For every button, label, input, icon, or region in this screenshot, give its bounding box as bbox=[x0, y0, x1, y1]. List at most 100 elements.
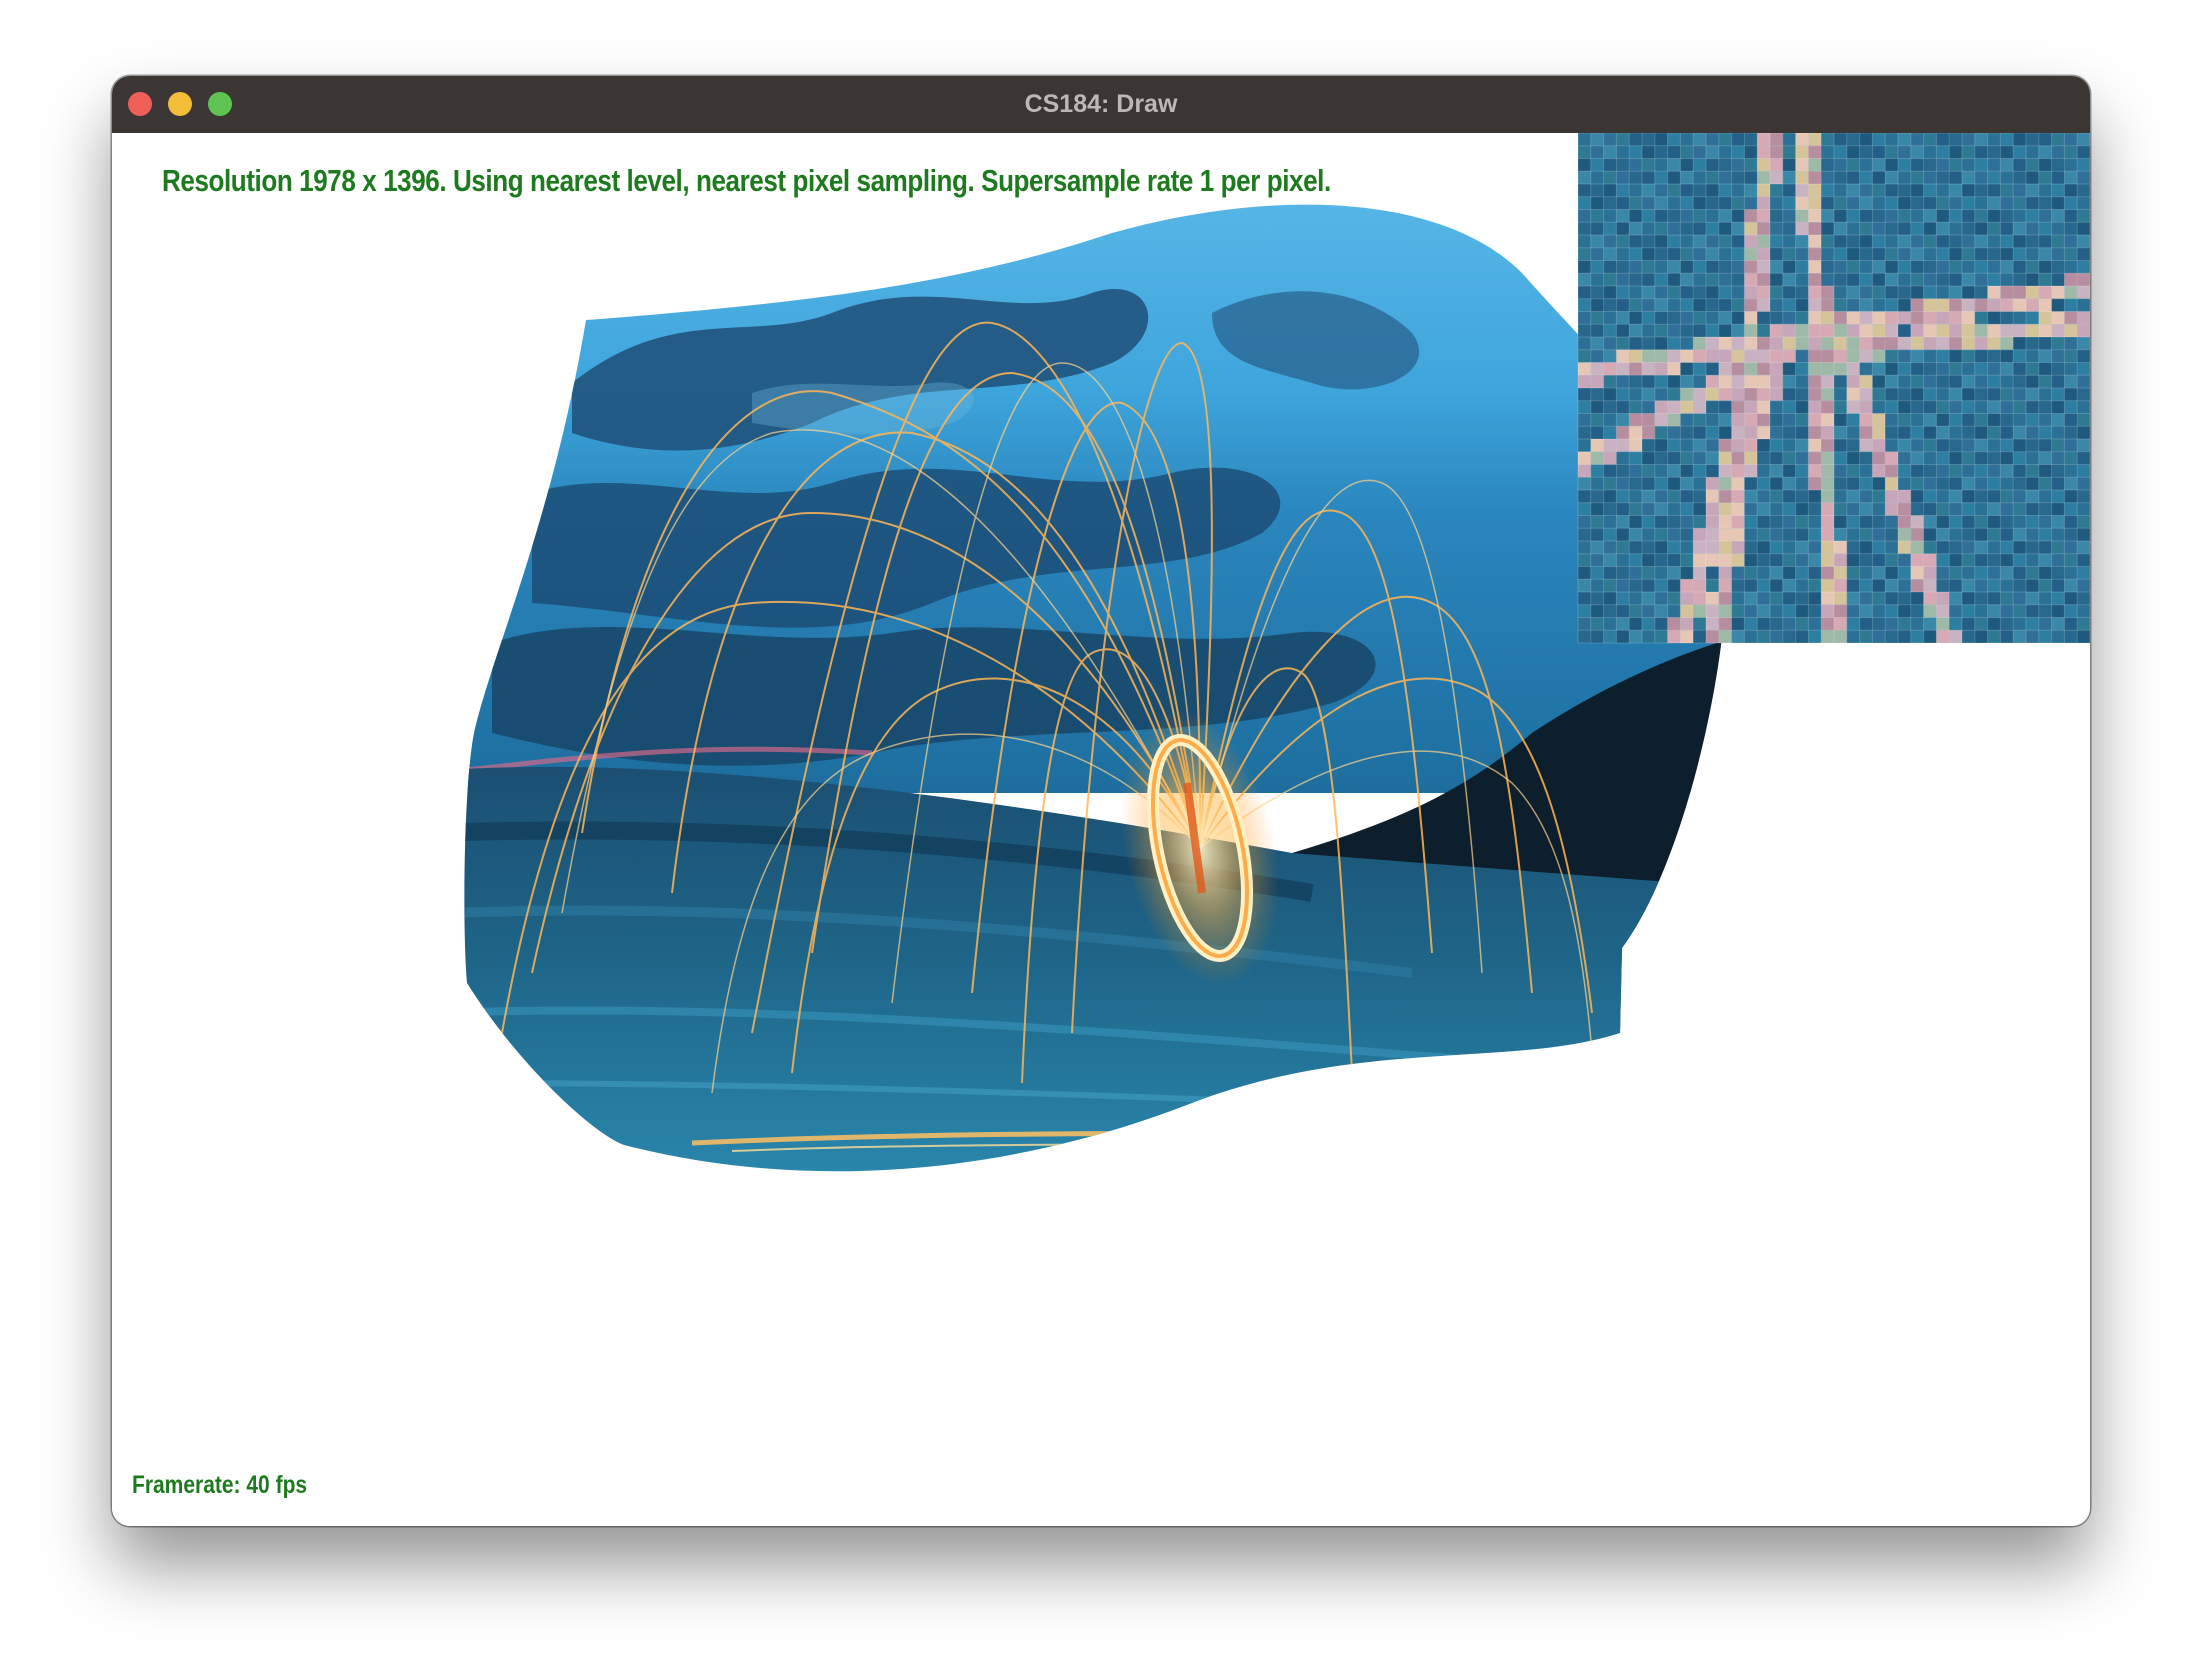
zoom-pixel bbox=[1898, 375, 1911, 388]
minimize-icon[interactable] bbox=[168, 92, 192, 116]
zoom-pixel bbox=[1898, 171, 1911, 184]
zoom-pixel bbox=[2038, 630, 2052, 643]
zoom-pixel bbox=[2038, 528, 2052, 541]
zoom-pixel bbox=[2051, 630, 2065, 643]
zoom-pixel bbox=[2064, 579, 2078, 592]
zoom-pixel bbox=[2000, 311, 2014, 325]
zoom-pixel bbox=[1731, 298, 1745, 312]
zoom-pixel bbox=[1706, 566, 1719, 580]
zoom-pixel bbox=[1795, 528, 1809, 541]
zoom-pixel bbox=[1616, 413, 1630, 427]
zoom-pixel bbox=[2013, 222, 2026, 235]
zoom-pixel bbox=[1718, 311, 1732, 325]
zoom-pixel bbox=[1808, 388, 1822, 401]
zoom-pixel bbox=[1949, 388, 1962, 401]
zoom-pixel bbox=[1603, 630, 1617, 643]
zoom-pixel bbox=[1680, 477, 1694, 490]
zoom-pixel bbox=[1859, 630, 1873, 643]
zoom-pixel bbox=[1770, 324, 1783, 337]
zoom-pixel bbox=[1910, 528, 1924, 541]
zoom-pixel bbox=[1654, 579, 1668, 592]
zoom-pixel bbox=[1974, 311, 1988, 325]
zoom-pixel bbox=[1757, 566, 1770, 580]
title-bar[interactable]: CS184: Draw bbox=[112, 76, 2090, 134]
zoom-pixel bbox=[1731, 273, 1745, 286]
zoom-pixel bbox=[1578, 388, 1591, 401]
zoom-pixel bbox=[1808, 324, 1822, 337]
zoom-pixel bbox=[1885, 362, 1898, 376]
close-icon[interactable] bbox=[128, 92, 152, 116]
zoom-pixel bbox=[1642, 145, 1655, 159]
zoom-pixel bbox=[1603, 541, 1617, 554]
zoom-pixel bbox=[2077, 451, 2090, 465]
zoom-pixel bbox=[1718, 133, 1732, 146]
zoom-pixel bbox=[1603, 209, 1617, 223]
zoom-pixel bbox=[1782, 451, 1796, 465]
zoom-pixel bbox=[1974, 566, 1988, 580]
zoom-pixel bbox=[1590, 502, 1604, 516]
zoom-pixel bbox=[1744, 184, 1758, 197]
zoom-pixel bbox=[1782, 464, 1796, 478]
zoom-pixel bbox=[1795, 286, 1809, 299]
zoom-pixel bbox=[1578, 298, 1591, 312]
zoom-pixel bbox=[1603, 617, 1617, 631]
render-viewport[interactable]: Resolution 1978 x 1396. Using nearest le… bbox=[112, 133, 2090, 1526]
zoom-pixel bbox=[1846, 171, 1860, 184]
zoom-pixel bbox=[1821, 439, 1834, 452]
zoom-pixel bbox=[2064, 286, 2078, 299]
zoom-pixel bbox=[2064, 477, 2078, 490]
zoom-pixel bbox=[1885, 617, 1898, 631]
zoom-pixel bbox=[1872, 362, 1886, 376]
zoom-pixel bbox=[1731, 388, 1745, 401]
zoom-pixel bbox=[1616, 528, 1630, 541]
zoom-pixel bbox=[2051, 413, 2065, 427]
zoom-pixel bbox=[1667, 145, 1681, 159]
zoom-pixel bbox=[1744, 235, 1758, 248]
zoom-pixel bbox=[1872, 515, 1886, 529]
zoom-pixel bbox=[1821, 617, 1834, 631]
zoom-pixel bbox=[1782, 260, 1796, 274]
warped-texture-canvas[interactable] bbox=[112, 133, 2090, 1526]
zoom-pixel bbox=[1680, 324, 1694, 337]
zoom-pixel bbox=[1936, 184, 1950, 197]
zoom-pixel bbox=[1642, 247, 1655, 261]
zoom-pixel bbox=[1808, 541, 1822, 554]
zoom-pixel bbox=[1885, 133, 1898, 146]
zoom-pixel bbox=[1654, 388, 1668, 401]
zoom-pixel bbox=[1795, 311, 1809, 325]
zoom-pixel bbox=[1642, 273, 1655, 286]
zoom-pixel bbox=[1629, 566, 1642, 580]
zoom-icon[interactable] bbox=[208, 92, 232, 116]
zoom-pixel bbox=[1872, 171, 1886, 184]
zoom-pixel bbox=[1603, 528, 1617, 541]
zoom-pixel bbox=[1859, 477, 1873, 490]
zoom-pixel bbox=[1859, 286, 1873, 299]
zoom-pixel bbox=[1770, 528, 1783, 541]
zoom-pixel bbox=[1859, 604, 1873, 618]
zoom-pixel bbox=[1834, 528, 1847, 541]
zoom-pixel bbox=[1770, 337, 1783, 350]
zoom-pixel bbox=[1923, 171, 1937, 184]
zoom-pixel bbox=[1642, 579, 1655, 592]
zoom-pixel bbox=[1910, 375, 1924, 388]
zoom-pixel bbox=[1821, 222, 1834, 235]
zoom-pixel bbox=[2077, 388, 2090, 401]
zoom-pixel bbox=[1667, 490, 1681, 503]
zoom-pixel bbox=[1808, 502, 1822, 516]
zoom-pixel bbox=[1770, 464, 1783, 478]
zoom-pixel bbox=[1910, 362, 1924, 376]
zoom-pixel bbox=[2077, 617, 2090, 631]
zoom-pixel bbox=[1949, 413, 1962, 427]
zoom-pixel bbox=[1693, 464, 1706, 478]
zoom-pixel bbox=[1603, 273, 1617, 286]
zoom-pixel bbox=[1987, 235, 2001, 248]
zoom-pixel bbox=[1629, 464, 1642, 478]
zoom-pixel bbox=[2077, 413, 2090, 427]
zoom-pixel bbox=[2051, 298, 2065, 312]
zoom-pixel bbox=[1757, 133, 1770, 146]
zoom-pixel bbox=[1898, 184, 1911, 197]
zoom-pixel bbox=[1859, 362, 1873, 376]
zoom-pixel bbox=[1936, 553, 1950, 567]
zoom-pixel bbox=[1590, 375, 1604, 388]
zoom-pixel bbox=[1667, 196, 1681, 210]
